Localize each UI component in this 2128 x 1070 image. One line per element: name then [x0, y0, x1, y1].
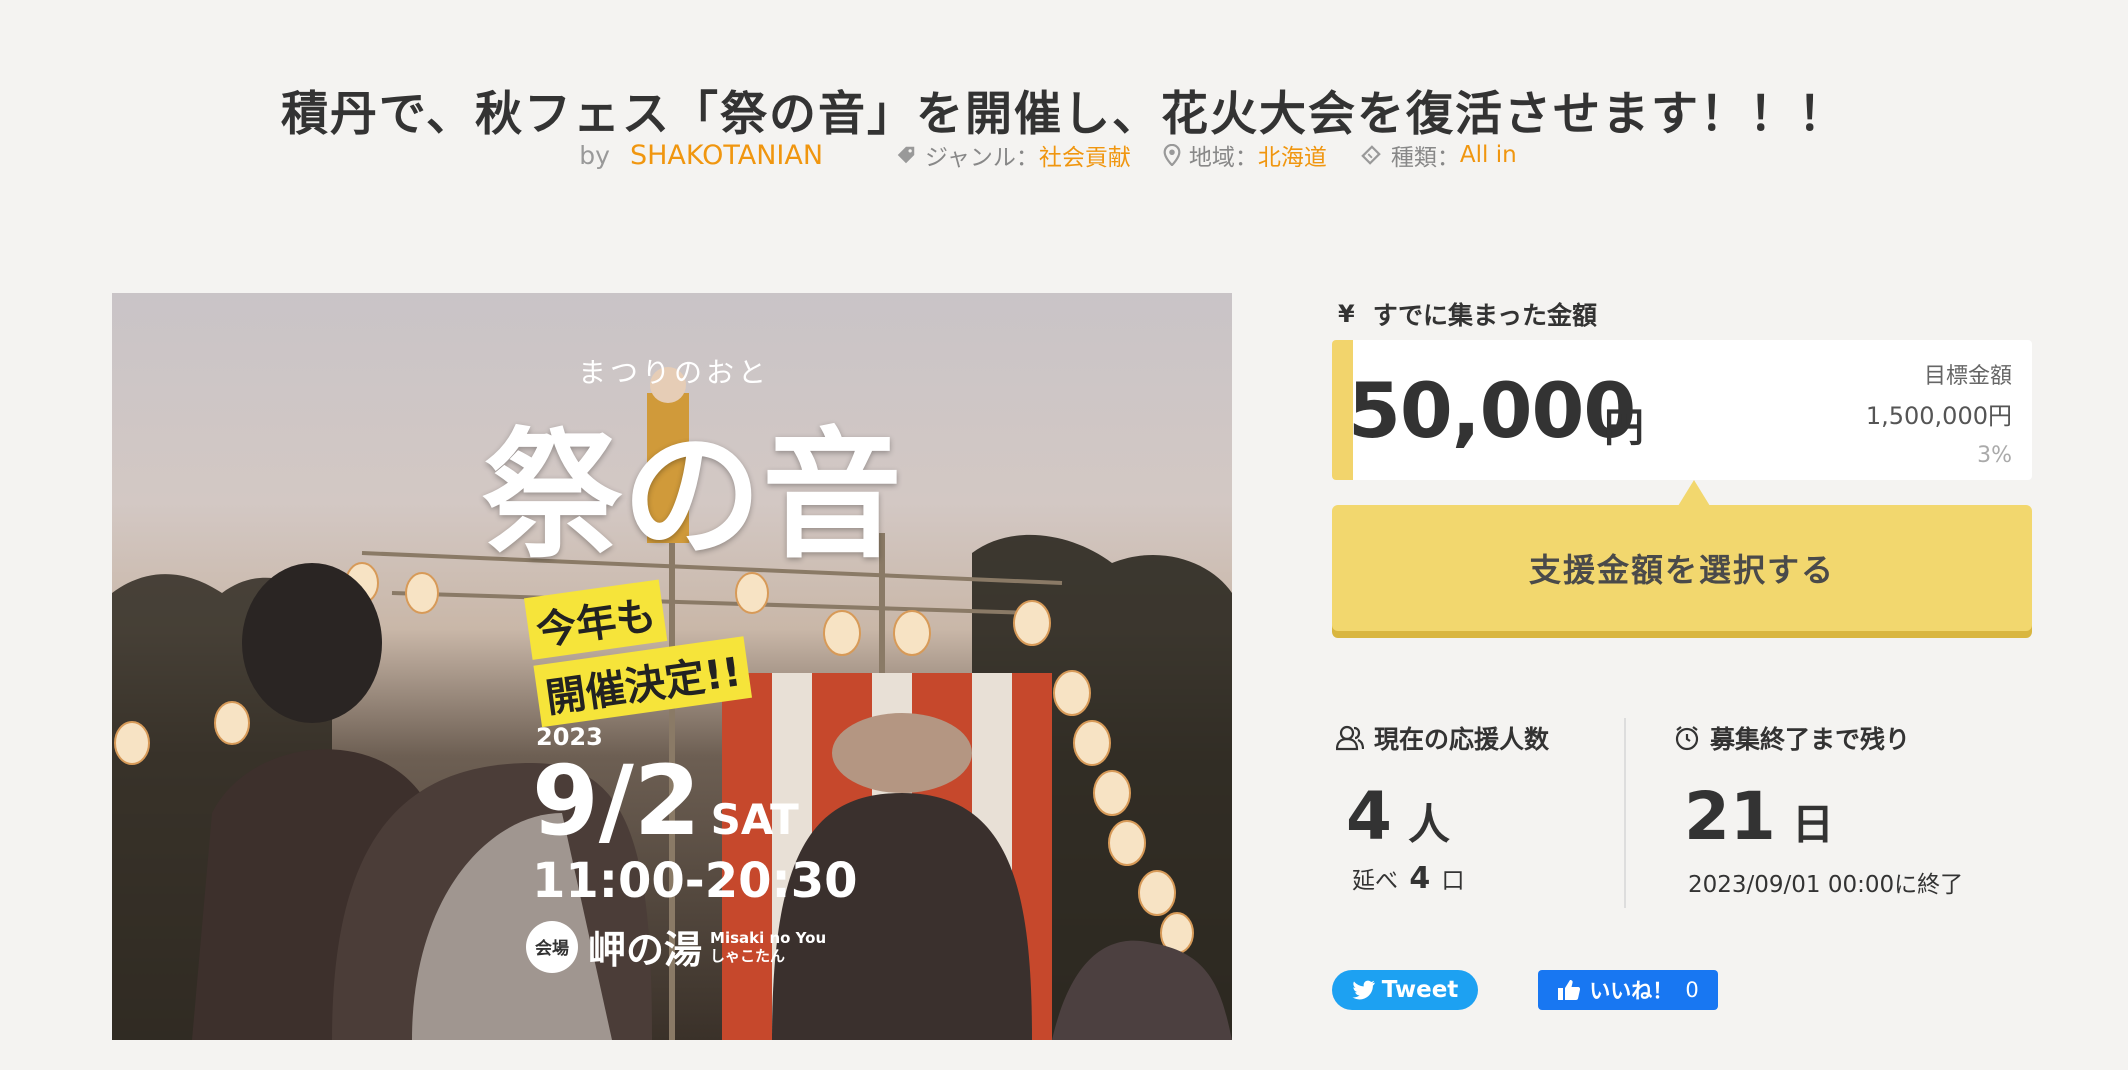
project-meta: by SHAKOTANIAN ジャンル： 社会貢献 地域： 北海道 種類： Al…: [0, 138, 2128, 172]
genre-tag: ジャンル： 社会貢献: [895, 138, 1131, 172]
progress-percent: 3%: [1977, 443, 2012, 468]
supporters-label: 現在の応援人数: [1374, 725, 1550, 754]
type-link[interactable]: All in: [1460, 142, 1517, 168]
genre-link[interactable]: 社会貢献: [1039, 138, 1131, 172]
users-icon: [1336, 725, 1364, 751]
supporters-unit: 人: [1407, 800, 1450, 849]
total-count: 4: [1409, 861, 1431, 896]
deadline: 2023/09/01 00:00に終了: [1688, 872, 1964, 898]
like-label: いいね！: [1589, 979, 1674, 1003]
total-unit: 口: [1441, 868, 1465, 894]
hero-venue-row: 会場 岬の湯 Misaki no You しゃこたん: [526, 919, 826, 974]
hero-venue-tag: 会場: [526, 920, 578, 973]
tweet-label: Tweet: [1381, 977, 1459, 1003]
goal-amount: 1,500,000円: [1865, 402, 2012, 430]
region-tag: 地域： 北海道: [1163, 138, 1327, 172]
select-support-amount-button[interactable]: 支援金額を選択する: [1332, 505, 2032, 631]
stats-divider: [1624, 718, 1626, 908]
supporters-count: 4: [1346, 778, 1392, 855]
raised-amount: 50,000: [1348, 366, 1636, 455]
by-label: by: [579, 140, 610, 170]
map-pin-icon: [1163, 144, 1181, 166]
region-link[interactable]: 北海道: [1258, 138, 1327, 172]
hero-venue-kana: しゃこたん: [710, 946, 786, 965]
region-label: 地域：: [1188, 145, 1258, 171]
remaining-label: 募集終了まで残り: [1710, 725, 1911, 754]
hero-title: 祭の音: [482, 414, 903, 578]
alarm-clock-icon: [1675, 726, 1699, 751]
arrow-up-icon: [1678, 480, 1710, 506]
project-hero-image: まつりのおと 祭の音 今年も 開催決定!! 2023 9/2 SAT 11:00…: [112, 293, 1232, 1040]
tag-icon: [897, 146, 915, 164]
remaining-unit: 日: [1791, 800, 1834, 849]
remaining-stat: 募集終了まで残り 21 日 2023/09/01 00:00に終了: [1674, 720, 1963, 899]
hero-venue-en: Misaki no You: [710, 928, 827, 947]
goal-info: 目標金額 1,500,000円 3%: [1866, 358, 2012, 468]
author-link[interactable]: SHAKOTANIAN: [630, 140, 823, 171]
raised-label: すでに集まった金額: [1372, 301, 1597, 330]
type-tag: 種類： All in: [1359, 138, 1517, 172]
type-label: 種類：: [1390, 145, 1460, 171]
genre-label: ジャンル：: [925, 145, 1039, 171]
hero-venue: 岬の湯: [588, 928, 703, 972]
facebook-like-button[interactable]: いいね！ 0: [1538, 970, 1718, 1010]
hero-day: SAT: [710, 795, 799, 844]
hero-date-row: 9/2 SAT: [532, 745, 799, 857]
raised-label-row: ¥ すでに集まった金額: [1338, 296, 1597, 332]
supporters-stat: 現在の応援人数 4人 延べ 4 口: [1336, 720, 1549, 896]
remaining-days: 21: [1684, 778, 1776, 855]
goal-label: 目標金額: [1923, 364, 2012, 389]
twitter-icon: [1352, 980, 1375, 1000]
like-count: 0: [1685, 978, 1699, 1002]
raised-unit: 円: [1604, 405, 1644, 451]
ticket-icon: [1361, 145, 1381, 165]
yen-icon: ¥: [1338, 300, 1355, 328]
thumbs-up-icon: [1558, 980, 1581, 1000]
hero-time: 11:00-20:30: [532, 853, 858, 909]
project-title: 積丹で、秋フェス「祭の音」を開催し、花火大会を復活させます！！！: [280, 87, 1848, 143]
raised-amount-box: 50,000 円 目標金額 1,500,000円 3%: [1332, 340, 2032, 480]
hero-date: 9/2: [532, 745, 701, 857]
tweet-button[interactable]: Tweet: [1332, 970, 1478, 1010]
total-prefix: 延べ: [1352, 868, 1398, 894]
